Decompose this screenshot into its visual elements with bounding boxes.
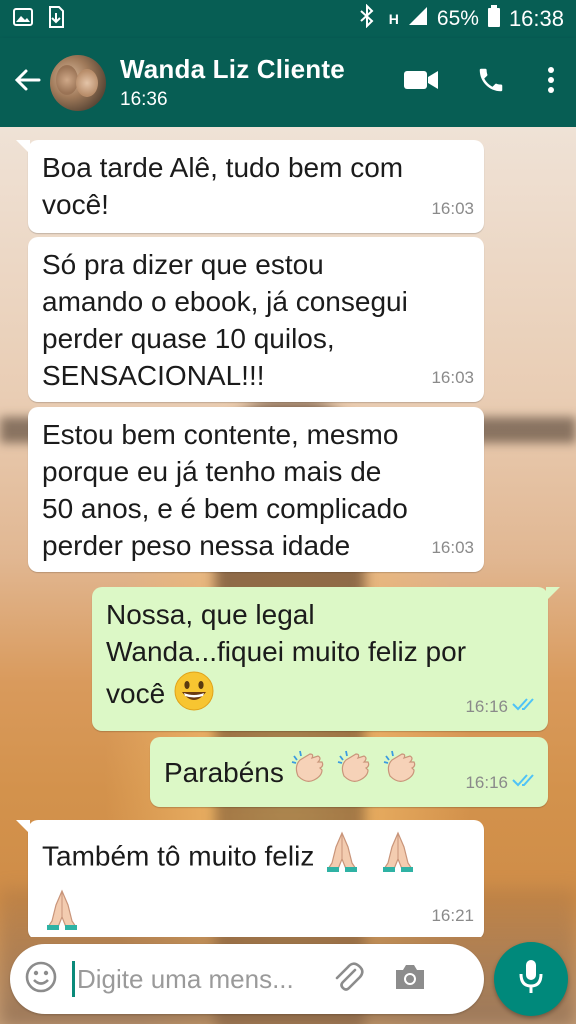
message-time: 16:16 xyxy=(465,697,508,716)
mic-icon xyxy=(517,958,545,1001)
message-text: Também tô muito feliz xyxy=(42,829,470,937)
message-input[interactable] xyxy=(77,963,317,995)
message-meta: 16:16 xyxy=(465,688,538,725)
contact-info[interactable]: Wanda Liz Cliente 16:36 xyxy=(120,54,345,111)
more-vert-icon xyxy=(547,66,555,99)
camera-button[interactable] xyxy=(379,949,441,1009)
battery-icon xyxy=(487,4,501,34)
message-bubble-incoming[interactable]: Só pra dizer que estou amando o ebook, j… xyxy=(28,237,484,402)
camera-icon xyxy=(393,962,427,997)
message-meta: 16:03 xyxy=(431,190,474,227)
clock: 16:38 xyxy=(508,6,564,31)
chat-header: Wanda Liz Cliente 16:36 xyxy=(0,38,576,127)
video-call-icon xyxy=(403,68,439,97)
message-bubble-outgoing[interactable]: Nossa, que legal Wanda...fiquei muito fe… xyxy=(92,587,560,731)
back-button[interactable] xyxy=(4,53,50,113)
message-bubble-incoming[interactable]: Boa tarde Alê, tudo bem com você! 16:03 xyxy=(16,140,484,233)
message-bubble-incoming[interactable]: Estou bem contente, mesmo porque eu já t… xyxy=(28,407,484,572)
attach-button[interactable] xyxy=(317,949,379,1009)
download-icon xyxy=(46,5,66,34)
back-arrow-icon xyxy=(13,66,41,99)
contact-name: Wanda Liz Cliente xyxy=(120,54,345,84)
compose-bar xyxy=(10,944,484,1014)
message-time: 16:16 xyxy=(465,773,508,792)
message-time: 16:03 xyxy=(431,538,474,557)
message-text: Estou bem contente, mesmo porque eu já t… xyxy=(42,419,408,561)
mic-button[interactable] xyxy=(494,942,568,1016)
phone-icon xyxy=(476,65,506,100)
battery-percent: 65% xyxy=(436,7,479,30)
message-text: Só pra dizer que estou amando o ebook, j… xyxy=(42,249,408,391)
message-meta: 16:21 xyxy=(431,897,474,934)
message-bubble-incoming[interactable]: Também tô muito feliz 16:21 xyxy=(16,820,484,937)
text-caret xyxy=(72,961,75,997)
double-check-icon xyxy=(512,764,538,801)
image-icon xyxy=(12,6,34,33)
more-options-button[interactable] xyxy=(526,53,576,113)
double-check-icon xyxy=(512,688,538,725)
message-time: 16:03 xyxy=(431,368,474,387)
praying-hands-emoji xyxy=(42,887,82,937)
praying-hands-emoji xyxy=(322,829,362,887)
message-bubble-outgoing[interactable]: Parabéns 16:16 xyxy=(150,737,548,807)
last-seen: 16:36 xyxy=(120,89,168,110)
signal-icon xyxy=(407,5,429,33)
message-time: 16:03 xyxy=(431,199,474,218)
clapping-hands-emoji xyxy=(334,746,378,799)
message-meta: 16:16 xyxy=(465,764,538,801)
message-meta: 16:03 xyxy=(431,359,474,396)
smiley-icon xyxy=(24,960,58,999)
message-time: 16:21 xyxy=(431,906,474,925)
attach-icon xyxy=(331,960,365,999)
status-bar: H 65% 16:38 xyxy=(0,0,576,38)
signal-type-label: H xyxy=(388,11,399,27)
emoji-button[interactable] xyxy=(10,960,72,999)
message-list[interactable]: Boa tarde Alê, tudo bem com você! 16:03 … xyxy=(0,127,576,937)
bluetooth-icon xyxy=(359,3,375,34)
message-meta: 16:03 xyxy=(431,529,474,566)
video-call-button[interactable] xyxy=(386,53,456,113)
avatar[interactable] xyxy=(50,54,106,111)
clapping-hands-emoji xyxy=(288,746,332,799)
clapping-hands-emoji xyxy=(380,746,424,799)
grinning-emoji xyxy=(173,670,215,721)
voice-call-button[interactable] xyxy=(456,53,526,113)
message-text: Boa tarde Alê, tudo bem com você! xyxy=(42,152,404,220)
praying-hands-emoji xyxy=(378,829,418,887)
